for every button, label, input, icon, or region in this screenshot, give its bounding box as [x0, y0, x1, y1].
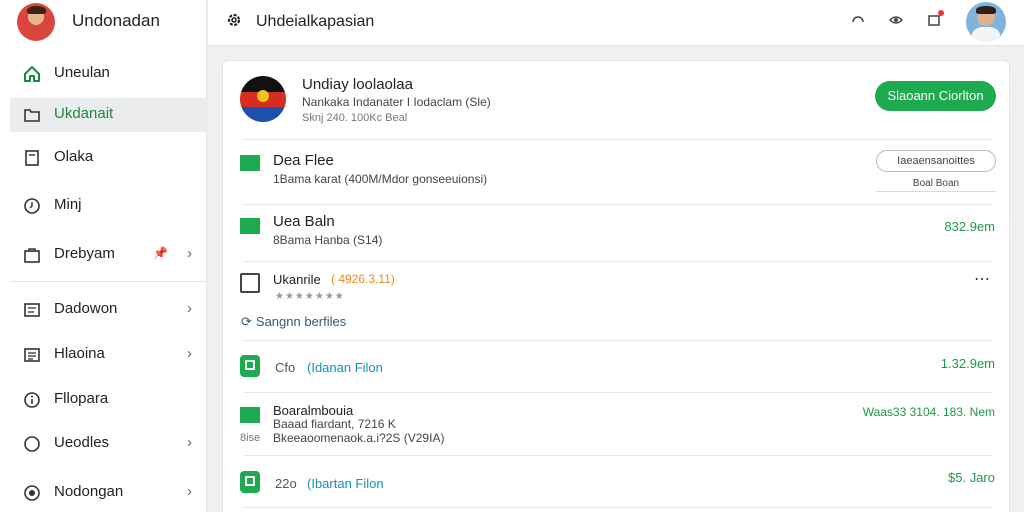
sidebar-item-label: Hlaoina: [54, 345, 105, 362]
sidebar-item-label: Uneulan: [54, 64, 110, 81]
sidebar-item-label: Nodongan: [54, 483, 124, 500]
sidebar-item-label: Dadowon: [54, 300, 118, 317]
row-amount: Waas33 3104. 183. Nem: [862, 405, 995, 419]
home-icon: [23, 65, 41, 83]
eye-icon[interactable]: [886, 12, 906, 32]
sidebar-item-info[interactable]: Fllopara: [10, 383, 206, 417]
row-number: Cfo: [275, 360, 296, 375]
file-icon: [240, 471, 260, 493]
card-title: Undiay loolaolaa: [302, 76, 413, 93]
circle-icon: [23, 435, 41, 453]
row-amount: 1.32.9em: [940, 356, 995, 371]
list-icon: [23, 346, 41, 364]
row-title: Uea Baln: [273, 213, 335, 230]
list-icon: [23, 301, 41, 319]
row-checkbox[interactable]: [240, 273, 260, 293]
folder-icon: [23, 106, 41, 124]
sidebar-item-label: Minj: [54, 196, 82, 213]
row-subtitle: 8Bama Hanba (S14): [273, 233, 383, 247]
primary-action-button[interactable]: Slaoann Ciorlton: [875, 81, 996, 111]
sidebar-item-document[interactable]: Olaka: [10, 141, 206, 175]
row-link-title[interactable]: (Ibartan Filon: [307, 476, 384, 491]
sidebar-item-label: Olaka: [54, 148, 94, 165]
document-icon: [23, 149, 41, 167]
rating-stars: ★★★★★★★: [275, 291, 345, 302]
page-title: Uhdeialkapasian: [256, 13, 375, 30]
refresh-icon: ⟳: [241, 314, 252, 329]
row-divider: [243, 204, 993, 205]
refresh-icon[interactable]: [848, 12, 868, 32]
row-action-button[interactable]: Iaeaensanoittes: [876, 150, 996, 172]
row-amount: 832.9em: [944, 219, 995, 234]
card-meta: Sknj 240. 100Kc Beal: [302, 112, 408, 124]
file-icon: [240, 355, 260, 377]
row-title: Ukanrile: [273, 272, 321, 287]
sign-profiles-link[interactable]: ⟳ Sangnn berfiles: [241, 314, 346, 330]
link-label: Sangnn berfiles: [255, 314, 347, 329]
top-bar: Uhdeialkapasian: [208, 0, 1024, 46]
chevron-right-icon: ›: [187, 345, 192, 362]
settings-icon: [23, 484, 41, 502]
green-square-icon: [240, 155, 260, 171]
row-divider: [243, 261, 993, 262]
card-subtitle: Nankaka Indanater I Iodaclam (Sle): [302, 95, 491, 109]
row-divider: [243, 392, 993, 393]
sidebar-item-label: Fllopara: [54, 390, 109, 407]
more-options-icon[interactable]: ⋯: [974, 269, 991, 289]
row-title: Dea Flee: [273, 152, 334, 169]
pin-icon[interactable]: 📌: [153, 246, 168, 260]
row-title: Boaralmbouia: [273, 403, 354, 418]
avatar: [17, 3, 55, 41]
sidebar-item-home[interactable]: Uneulan: [10, 57, 206, 91]
row-divider: [243, 139, 993, 140]
row-divider: [243, 455, 993, 456]
row-link-title[interactable]: (Idanan Filon: [307, 360, 383, 375]
sidebar-item-label: Ueodles: [54, 434, 110, 451]
sidebar-item-active[interactable]: Ukdanait: [10, 98, 206, 132]
green-square-icon: [240, 407, 260, 423]
row-divider: [243, 340, 993, 341]
sidebar-item-circle[interactable]: Ueodles ›: [10, 427, 206, 461]
sidebar-item-clock[interactable]: Minj: [10, 189, 206, 223]
row-side-label: 8ise: [240, 432, 261, 444]
chevron-right-icon: ›: [187, 245, 192, 262]
sidebar: Undonadan Uneulan Ukdanait Olaka Minj Dr…: [0, 0, 207, 512]
row-subtitle-2: Bkeeaoomenaok.a.i?2S (V29IA): [273, 431, 445, 445]
sidebar-profile[interactable]: Undonadan: [0, 0, 207, 44]
info-icon: [23, 391, 41, 409]
sidebar-item-label: Ukdanait: [54, 105, 114, 122]
notification-badge: [938, 10, 944, 16]
row-subtitle: Baaad fiardant, 7216 K: [273, 417, 396, 431]
green-square-icon: [240, 218, 260, 234]
gear-icon[interactable]: [225, 11, 243, 34]
briefcase-icon: [23, 246, 41, 264]
main-card: Undiay loolaolaa Nankaka Indanater I Iod…: [222, 60, 1010, 512]
row-tag: ( 4926.3.11): [331, 272, 395, 286]
sidebar-item-list-2[interactable]: Hlaoina ›: [10, 338, 206, 372]
chevron-right-icon: ›: [187, 434, 192, 451]
sidebar-item-list[interactable]: Dadowon ›: [10, 293, 206, 327]
flag-logo: [240, 76, 286, 122]
profile-name: Undonadan: [72, 11, 160, 30]
row-number: 22o: [275, 476, 297, 491]
chevron-right-icon: ›: [187, 300, 192, 317]
chevron-right-icon: ›: [187, 483, 192, 500]
sidebar-item-briefcase[interactable]: Drebyam 📌 ›: [10, 238, 206, 272]
sidebar-item-settings[interactable]: Nodongan ›: [10, 476, 206, 510]
row-amount: $5. Jaro: [948, 470, 995, 485]
row-divider: [243, 507, 993, 508]
user-avatar[interactable]: [966, 2, 1006, 42]
row-subtitle: 1Bama karat (400M/Mdor gonseeuionsi): [273, 172, 488, 186]
sidebar-item-label: Drebyam: [54, 245, 115, 262]
clock-icon: [23, 197, 41, 215]
sidebar-divider: [10, 281, 206, 282]
row-link[interactable]: Boal Boan: [876, 178, 996, 192]
